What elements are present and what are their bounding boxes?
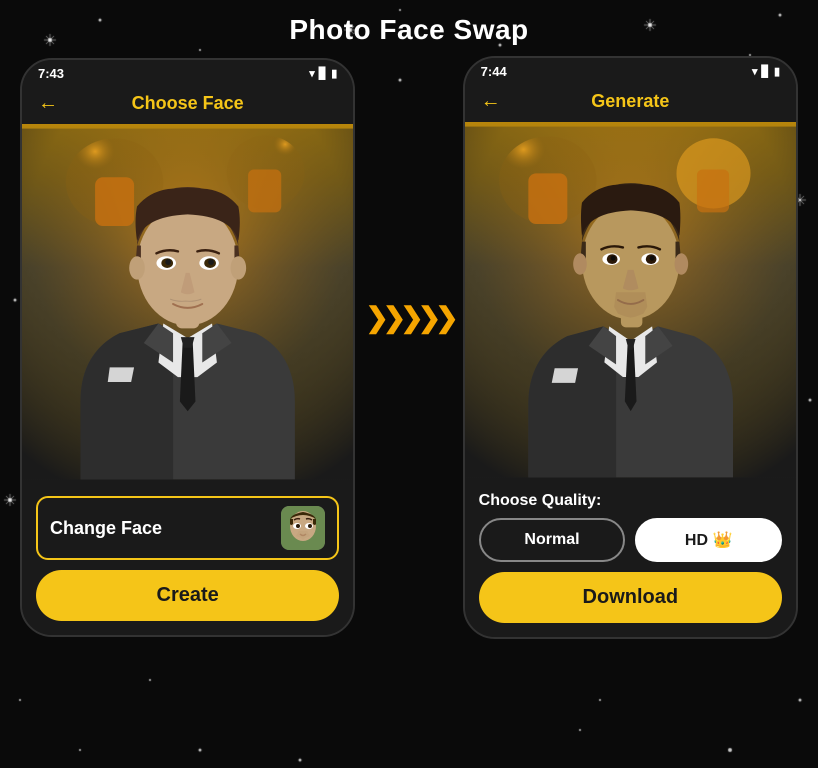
signal-icon2: ▊ — [761, 65, 769, 78]
phone2-time: 7:44 — [481, 64, 507, 79]
wifi-icon: ▾ — [309, 67, 315, 80]
phone2-image — [465, 122, 796, 482]
phone1-status-bar: 7:43 ▾ ▊ ▮ — [22, 60, 353, 85]
phone1-image — [22, 124, 353, 484]
phone2-status-icons: ▾ ▊ ▮ — [752, 65, 780, 78]
phone1-status-icons: ▾ ▊ ▮ — [309, 67, 337, 80]
change-face-label: Change Face — [50, 518, 162, 539]
phone1-bottom: Change Face — [22, 484, 353, 635]
phone1-time: 7:43 — [38, 66, 64, 81]
quality-options: Normal HD 👑 — [479, 518, 782, 562]
normal-quality-button[interactable]: Normal — [479, 518, 626, 562]
phone2: 7:44 ▾ ▊ ▮ ← Generate — [463, 56, 798, 639]
phone1: 7:43 ▾ ▊ ▮ ← Choose Face — [20, 58, 355, 637]
download-button[interactable]: Download — [479, 572, 782, 623]
phone2-status-bar: 7:44 ▾ ▊ ▮ — [465, 58, 796, 83]
wifi-icon2: ▾ — [752, 65, 758, 78]
arrows-container: ❯❯❯❯❯ — [355, 301, 462, 334]
phone1-header: ← Choose Face — [22, 85, 353, 124]
phone2-header: ← Generate — [465, 83, 796, 122]
hd-quality-button[interactable]: HD 👑 — [635, 518, 782, 562]
phone2-header-title: Generate — [481, 91, 780, 112]
signal-icon: ▊ — [319, 67, 327, 80]
choose-quality-label: Choose Quality: — [479, 492, 782, 510]
change-face-button[interactable]: Change Face — [36, 496, 339, 560]
create-button[interactable]: Create — [36, 570, 339, 621]
phone1-header-title: Choose Face — [38, 93, 337, 114]
battery-icon: ▮ — [331, 67, 337, 80]
page-title: Photo Face Swap — [0, 0, 818, 56]
phone1-back-button[interactable]: ← — [38, 92, 58, 115]
battery-icon2: ▮ — [774, 65, 780, 78]
face-thumbnail — [281, 506, 325, 550]
arrows-icon: ❯❯❯❯❯ — [365, 301, 452, 334]
phone2-bottom: Choose Quality: Normal HD 👑 Download — [465, 482, 796, 637]
phone2-back-button[interactable]: ← — [481, 90, 501, 113]
phones-container: 7:43 ▾ ▊ ▮ ← Choose Face — [0, 56, 818, 639]
